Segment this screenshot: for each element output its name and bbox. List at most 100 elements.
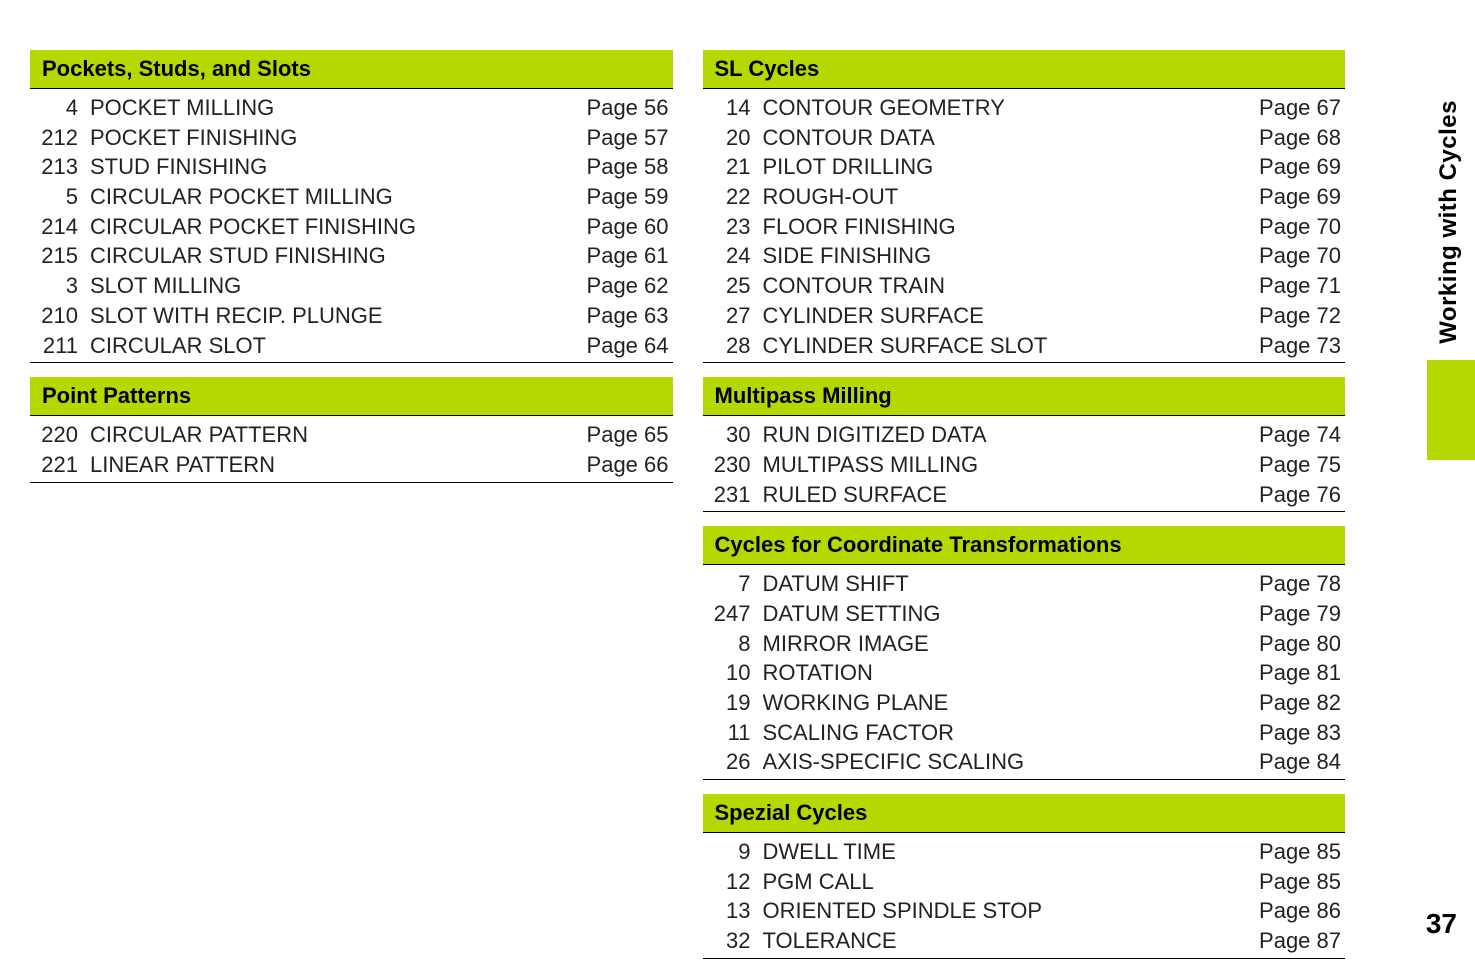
cycle-name: SLOT WITH RECIP. PLUNGE <box>90 301 577 331</box>
cycle-name: CONTOUR TRAIN <box>763 271 1250 301</box>
cycle-name: TOLERANCE <box>763 926 1250 956</box>
table-row[interactable]: 8MIRROR IMAGEPage 80 <box>703 629 1346 659</box>
table-row[interactable]: 211CIRCULAR SLOTPage 64 <box>30 331 673 361</box>
table-row[interactable]: 11SCALING FACTORPage 83 <box>703 718 1346 748</box>
page-ref: Page 58 <box>577 152 669 182</box>
section-header: SL Cycles <box>703 50 1346 89</box>
cycle-number: 210 <box>34 301 90 331</box>
side-accent-block <box>1427 360 1475 460</box>
cycle-number: 212 <box>34 123 90 153</box>
table-row[interactable]: 215CIRCULAR STUD FINISHINGPage 61 <box>30 241 673 271</box>
page-ref: Page 69 <box>1249 182 1341 212</box>
cycle-name: POCKET FINISHING <box>90 123 577 153</box>
table-row[interactable]: 220CIRCULAR PATTERNPage 65 <box>30 420 673 450</box>
cycle-name: CIRCULAR SLOT <box>90 331 577 361</box>
cycle-name: RULED SURFACE <box>763 480 1250 510</box>
page-ref: Page 86 <box>1249 896 1341 926</box>
table-row[interactable]: 210SLOT WITH RECIP. PLUNGEPage 63 <box>30 301 673 331</box>
cycle-number: 9 <box>707 837 763 867</box>
cycle-name: DATUM SETTING <box>763 599 1250 629</box>
cycle-name: CIRCULAR POCKET FINISHING <box>90 212 577 242</box>
cycle-name: SLOT MILLING <box>90 271 577 301</box>
page-ref: Page 57 <box>577 123 669 153</box>
cycle-number: 7 <box>707 569 763 599</box>
table-row[interactable]: 247DATUM SETTINGPage 79 <box>703 599 1346 629</box>
cycle-number: 214 <box>34 212 90 242</box>
table-row[interactable]: 26AXIS-SPECIFIC SCALINGPage 84 <box>703 747 1346 777</box>
table-row[interactable]: 14CONTOUR GEOMETRYPage 67 <box>703 93 1346 123</box>
table-row[interactable]: 3SLOT MILLINGPage 62 <box>30 271 673 301</box>
cycle-name: ROTATION <box>763 658 1250 688</box>
cycle-name: FLOOR FINISHING <box>763 212 1250 242</box>
cycle-number: 12 <box>707 867 763 897</box>
page-ref: Page 56 <box>577 93 669 123</box>
table-row[interactable]: 25CONTOUR TRAINPage 71 <box>703 271 1346 301</box>
cycle-number: 11 <box>707 718 763 748</box>
table-row[interactable]: 21PILOT DRILLINGPage 69 <box>703 152 1346 182</box>
table-row[interactable]: 214CIRCULAR POCKET FINISHINGPage 60 <box>30 212 673 242</box>
cycle-number: 211 <box>34 331 90 361</box>
page-ref: Page 67 <box>1249 93 1341 123</box>
cycle-name: CIRCULAR STUD FINISHING <box>90 241 577 271</box>
cycle-name: SCALING FACTOR <box>763 718 1250 748</box>
table-row[interactable]: 10ROTATIONPage 81 <box>703 658 1346 688</box>
cycle-number: 220 <box>34 420 90 450</box>
cycle-name: ROUGH-OUT <box>763 182 1250 212</box>
page-ref: Page 76 <box>1249 480 1341 510</box>
cycle-number: 4 <box>34 93 90 123</box>
cycle-name: CONTOUR GEOMETRY <box>763 93 1250 123</box>
table-row[interactable]: 20CONTOUR DATAPage 68 <box>703 123 1346 153</box>
table-row[interactable]: 30RUN DIGITIZED DATAPage 74 <box>703 420 1346 450</box>
table-row[interactable]: 24SIDE FINISHINGPage 70 <box>703 241 1346 271</box>
table-row[interactable]: 9DWELL TIMEPage 85 <box>703 837 1346 867</box>
cycle-number: 8 <box>707 629 763 659</box>
table-row[interactable]: 27CYLINDER SURFACEPage 72 <box>703 301 1346 331</box>
section-header: Point Patterns <box>30 377 673 416</box>
table-row[interactable]: 4POCKET MILLINGPage 56 <box>30 93 673 123</box>
table-row[interactable]: 221LINEAR PATTERNPage 66 <box>30 450 673 480</box>
table-row[interactable]: 231RULED SURFACEPage 76 <box>703 480 1346 510</box>
page-ref: Page 64 <box>577 331 669 361</box>
table-row[interactable]: 32TOLERANCEPage 87 <box>703 926 1346 956</box>
table-row[interactable]: 7DATUM SHIFTPage 78 <box>703 569 1346 599</box>
cycle-name: MIRROR IMAGE <box>763 629 1250 659</box>
page-ref: Page 70 <box>1249 241 1341 271</box>
cycle-number: 3 <box>34 271 90 301</box>
page-ref: Page 75 <box>1249 450 1341 480</box>
table-row[interactable]: 28CYLINDER SURFACE SLOTPage 73 <box>703 331 1346 361</box>
table-row[interactable]: 12PGM CALLPage 85 <box>703 867 1346 897</box>
table-row[interactable]: 19WORKING PLANEPage 82 <box>703 688 1346 718</box>
table-row[interactable]: 230MULTIPASS MILLINGPage 75 <box>703 450 1346 480</box>
cycle-number: 21 <box>707 152 763 182</box>
section-header: Spezial Cycles <box>703 794 1346 833</box>
table-row[interactable]: 22ROUGH-OUTPage 69 <box>703 182 1346 212</box>
cycle-number: 30 <box>707 420 763 450</box>
section-body: 7DATUM SHIFTPage 78247DATUM SETTINGPage … <box>703 567 1346 780</box>
cycle-number: 247 <box>707 599 763 629</box>
cycle-name: WORKING PLANE <box>763 688 1250 718</box>
page-ref: Page 66 <box>577 450 669 480</box>
table-row[interactable]: 212POCKET FINISHINGPage 57 <box>30 123 673 153</box>
table-row[interactable]: 23FLOOR FINISHINGPage 70 <box>703 212 1346 242</box>
left-column: Pockets, Studs, and Slots4POCKET MILLING… <box>30 50 673 973</box>
page-ref: Page 70 <box>1249 212 1341 242</box>
page-ref: Page 82 <box>1249 688 1341 718</box>
table-row[interactable]: 13ORIENTED SPINDLE STOPPage 86 <box>703 896 1346 926</box>
cycle-number: 215 <box>34 241 90 271</box>
section-body: 9DWELL TIMEPage 8512PGM CALLPage 8513ORI… <box>703 835 1346 959</box>
cycle-number: 5 <box>34 182 90 212</box>
table-row[interactable]: 5CIRCULAR POCKET MILLINGPage 59 <box>30 182 673 212</box>
page-ref: Page 68 <box>1249 123 1341 153</box>
cycle-number: 20 <box>707 123 763 153</box>
cycle-number: 23 <box>707 212 763 242</box>
content-columns: Pockets, Studs, and Slots4POCKET MILLING… <box>30 50 1345 973</box>
cycle-name: AXIS-SPECIFIC SCALING <box>763 747 1250 777</box>
cycle-number: 231 <box>707 480 763 510</box>
page-ref: Page 80 <box>1249 629 1341 659</box>
table-row[interactable]: 213STUD FINISHINGPage 58 <box>30 152 673 182</box>
page-ref: Page 60 <box>577 212 669 242</box>
section-body: 4POCKET MILLINGPage 56212POCKET FINISHIN… <box>30 91 673 363</box>
page-ref: Page 73 <box>1249 331 1341 361</box>
section-header: Multipass Milling <box>703 377 1346 416</box>
section-body: 30RUN DIGITIZED DATAPage 74230MULTIPASS … <box>703 418 1346 512</box>
